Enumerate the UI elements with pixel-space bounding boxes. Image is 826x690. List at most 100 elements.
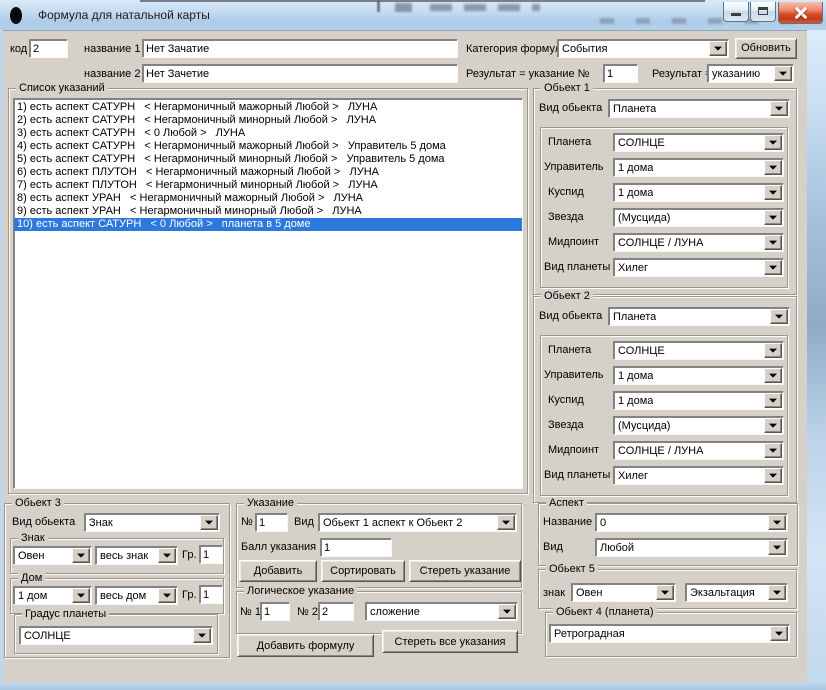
dropdown-arrow-icon[interactable]: [764, 443, 782, 458]
object4-combobox[interactable]: Ретроградная: [549, 624, 790, 643]
logic-operation-combobox[interactable]: сложение: [365, 602, 518, 621]
dropdown-arrow-icon[interactable]: [768, 540, 786, 555]
refresh-button[interactable]: Обновить: [735, 38, 797, 59]
object4-group-label: Обьект 4 (планета): [553, 606, 657, 619]
instruction-listbox: 1) есть аспект САТУРН < Негармоничный ма…: [13, 98, 523, 489]
list-item[interactable]: 7) есть аспект ПЛУТОН < Негармоничный ми…: [14, 179, 522, 192]
instruction-num-input[interactable]: [255, 513, 288, 532]
instruction-kind-combobox[interactable]: Обьект 1 аспект к Обьект 2: [318, 513, 517, 532]
close-button[interactable]: [778, 2, 823, 24]
dropdown-arrow-icon[interactable]: [764, 160, 782, 175]
dropdown-arrow-icon[interactable]: [764, 418, 782, 433]
object1-cusp-combobox[interactable]: 1 дома: [613, 183, 784, 202]
dropdown-arrow-icon[interactable]: [764, 185, 782, 200]
code-input[interactable]: [29, 39, 68, 58]
dropdown-arrow-icon[interactable]: [764, 468, 782, 483]
dropdown-arrow-icon[interactable]: [764, 368, 782, 383]
dropdown-arrow-icon[interactable]: [770, 626, 788, 641]
result-combobox[interactable]: указанию: [707, 64, 794, 83]
list-item[interactable]: 4) есть аспект САТУРН < Негармоничный ма…: [14, 140, 522, 153]
dropdown-arrow-icon[interactable]: [770, 101, 788, 116]
object1-star-label: Звезда: [548, 211, 584, 224]
dropdown-arrow-icon[interactable]: [764, 210, 782, 225]
logic-n1-input[interactable]: [260, 602, 290, 621]
list-item-selected[interactable]: 10) есть аспект САТУРН < 0 Любой > плане…: [14, 218, 522, 231]
dropdown-arrow-icon[interactable]: [200, 515, 218, 530]
dropdown-arrow-icon[interactable]: [709, 41, 727, 56]
dropdown-arrow-icon[interactable]: [764, 393, 782, 408]
dropdown-arrow-icon[interactable]: [498, 604, 516, 619]
sign-mode-combobox[interactable]: весь знак: [95, 546, 178, 565]
object1-midpoint-combobox[interactable]: СОЛНЦЕ / ЛУНА: [613, 233, 784, 252]
dropdown-arrow-icon[interactable]: [770, 309, 788, 324]
window-icon[interactable]: [10, 7, 22, 24]
object5-state-combobox[interactable]: Экзальтация: [685, 583, 788, 602]
dropdown-arrow-icon[interactable]: [768, 585, 786, 600]
list-item[interactable]: 1) есть аспект САТУРН < Негармоничный ма…: [14, 101, 522, 114]
degree-combobox[interactable]: СОЛНЦЕ: [19, 626, 213, 645]
object1-cusp-value: 1 дома: [618, 187, 653, 199]
add-formula-button[interactable]: Добавить формулу: [237, 634, 374, 657]
object2-planetkind-combobox[interactable]: Хилег: [613, 466, 784, 485]
object2-star-combobox[interactable]: (Мусцида): [613, 416, 784, 435]
maximize-button[interactable]: [750, 2, 776, 22]
dropdown-arrow-icon[interactable]: [72, 588, 90, 603]
object2-midpoint-combobox[interactable]: СОЛНЦЕ / ЛУНА: [613, 441, 784, 460]
object5-sign-combobox[interactable]: Овен: [571, 583, 676, 602]
logic-n2-input[interactable]: [318, 602, 354, 621]
instruction-score-input[interactable]: [320, 538, 392, 557]
object2-planet-combobox[interactable]: СОЛНЦЕ: [613, 341, 784, 360]
name1-label: название 1: [84, 43, 140, 56]
name2-input[interactable]: [142, 64, 458, 83]
delete-instruction-button[interactable]: Стереть указание: [409, 560, 521, 582]
name1-input[interactable]: [142, 39, 458, 58]
object1-planet-combobox[interactable]: СОЛНЦЕ: [613, 133, 784, 152]
dropdown-arrow-icon[interactable]: [764, 260, 782, 275]
sign-combobox[interactable]: Овен: [13, 546, 92, 565]
object1-kind-combobox[interactable]: Планета: [608, 99, 790, 118]
instruction-kind-label: Вид: [294, 516, 314, 529]
dropdown-arrow-icon[interactable]: [774, 66, 792, 81]
sort-button[interactable]: Сортировать: [321, 560, 405, 582]
logic-n2-label: № 2: [297, 606, 318, 619]
list-item[interactable]: 9) есть аспект УРАН < Негармоничный мино…: [14, 205, 522, 218]
aspect-kind-combobox[interactable]: Любой: [595, 538, 788, 557]
aspect-name-combobox[interactable]: 0: [595, 513, 788, 532]
object1-planetkind-label: Вид планеты: [544, 261, 610, 274]
category-combobox[interactable]: События: [557, 39, 729, 58]
dropdown-arrow-icon[interactable]: [764, 135, 782, 150]
list-item[interactable]: 2) есть аспект САТУРН < Негармоничный ми…: [14, 114, 522, 127]
list-item[interactable]: 8) есть аспект УРАН < Негармоничный мажо…: [14, 192, 522, 205]
list-item[interactable]: 6) есть аспект ПЛУТОН < Негармоничный ма…: [14, 166, 522, 179]
result-instruction-input[interactable]: [603, 64, 638, 83]
house-combobox[interactable]: 1 дом: [13, 586, 92, 605]
dropdown-arrow-icon[interactable]: [764, 235, 782, 250]
dropdown-arrow-icon[interactable]: [656, 585, 674, 600]
dropdown-arrow-icon[interactable]: [193, 628, 211, 643]
list-item[interactable]: 5) есть аспект САТУРН < Негармоничный ми…: [14, 153, 522, 166]
dropdown-arrow-icon[interactable]: [158, 588, 176, 603]
house-gr-input[interactable]: [199, 585, 223, 604]
object1-ruler-combobox[interactable]: 1 дома: [613, 158, 784, 177]
object2-ruler-combobox[interactable]: 1 дома: [613, 366, 784, 385]
clear-all-button[interactable]: Стереть все указания: [382, 630, 518, 653]
dropdown-arrow-icon[interactable]: [72, 548, 90, 563]
house-mode-combobox[interactable]: весь дом: [95, 586, 178, 605]
object2-cusp-combobox[interactable]: 1 дома: [613, 391, 784, 410]
object3-kind-combobox[interactable]: Знак: [84, 513, 220, 532]
object2-star-label: Звезда: [548, 419, 584, 432]
sign-gr-input[interactable]: [199, 545, 223, 564]
object2-kind-combobox[interactable]: Планета: [608, 307, 790, 326]
dropdown-arrow-icon[interactable]: [497, 515, 515, 530]
dropdown-arrow-icon[interactable]: [768, 515, 786, 530]
degree-value: СОЛНЦЕ: [24, 630, 71, 642]
instruction-score-label: Балл указания: [241, 541, 316, 554]
object1-planetkind-combobox[interactable]: Хилег: [613, 258, 784, 277]
dropdown-arrow-icon[interactable]: [764, 343, 782, 358]
add-instruction-button[interactable]: Добавить: [239, 560, 317, 582]
dropdown-arrow-icon[interactable]: [158, 548, 176, 563]
object1-star-combobox[interactable]: (Мусцида): [613, 208, 784, 227]
instruction-kind-value: Обьект 1 аспект к Обьект 2: [323, 517, 462, 529]
minimize-button[interactable]: [723, 2, 749, 22]
list-item[interactable]: 3) есть аспект САТУРН < 0 Любой > ЛУНА: [14, 127, 522, 140]
